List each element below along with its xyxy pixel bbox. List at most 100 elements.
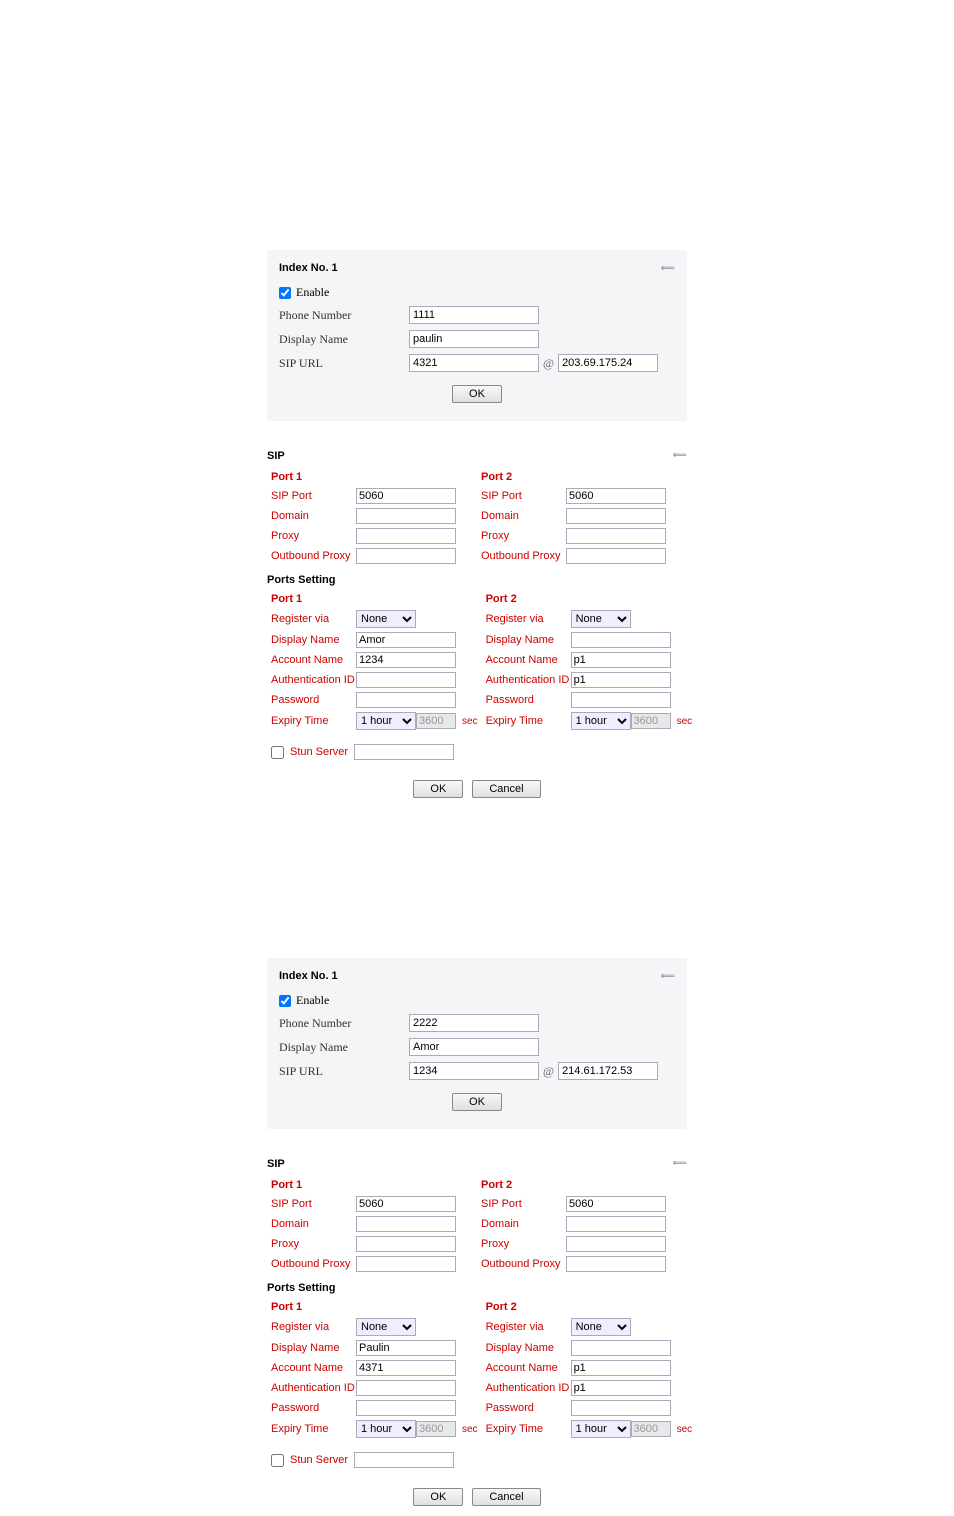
port2-header: Port 2 [481, 1176, 683, 1194]
password-label: Password [271, 694, 356, 706]
port1-header: Port 1 [271, 1298, 478, 1316]
p1-domain-input[interactable] [356, 1216, 456, 1232]
p2-auth-input[interactable] [571, 1380, 671, 1396]
p2-domain-input[interactable] [566, 508, 666, 524]
p2-sip-port-input[interactable] [566, 1196, 666, 1212]
p2-expiry-val [631, 713, 671, 729]
enable-checkbox[interactable] [279, 287, 291, 299]
p1-expiry-val [416, 1421, 456, 1437]
enable-checkbox[interactable] [279, 995, 291, 1007]
register-label: Register via [271, 1321, 356, 1333]
back-icon[interactable]: ⟸ [661, 263, 675, 274]
sip-url-input[interactable] [409, 354, 539, 372]
p1-display-input[interactable] [356, 1340, 456, 1356]
p2-outbound-input[interactable] [566, 548, 666, 564]
domain-label: Domain [481, 1218, 566, 1230]
outbound-label: Outbound Proxy [481, 550, 566, 562]
p1-password-input[interactable] [356, 1400, 456, 1416]
domain-label: Domain [481, 510, 566, 522]
p1-auth-input[interactable] [356, 672, 456, 688]
sip-url-label: SIP URL [279, 356, 409, 371]
p1-outbound-input[interactable] [356, 548, 456, 564]
display-label: Display Name [271, 1342, 356, 1354]
sec-label: sec [677, 1424, 693, 1435]
sec-label: sec [677, 716, 693, 727]
display-name-input[interactable] [409, 1038, 539, 1056]
account-label: Account Name [486, 654, 571, 666]
p1-account-input[interactable] [356, 652, 456, 668]
ok-button[interactable]: OK [452, 1093, 502, 1111]
sip-url-label: SIP URL [279, 1064, 409, 1079]
expiry-label: Expiry Time [486, 1423, 571, 1435]
p1-auth-input[interactable] [356, 1380, 456, 1396]
p1-password-input[interactable] [356, 692, 456, 708]
p2-display-input[interactable] [571, 1340, 671, 1356]
sec-label: sec [462, 1424, 478, 1435]
p1-display-input[interactable] [356, 632, 456, 648]
sip-url-input[interactable] [409, 1062, 539, 1080]
stun-input[interactable] [354, 1452, 454, 1468]
back-icon[interactable]: ⟸ [673, 450, 687, 462]
p1-register-select[interactable]: None [356, 1318, 416, 1336]
p2-sip-port-input[interactable] [566, 488, 666, 504]
ok-button[interactable]: OK [413, 1488, 463, 1506]
back-icon[interactable]: ⟸ [661, 971, 675, 982]
port1-header: Port 1 [271, 590, 478, 608]
p2-proxy-input[interactable] [566, 1236, 666, 1252]
p2-password-input[interactable] [571, 1400, 671, 1416]
p2-password-input[interactable] [571, 692, 671, 708]
p1-proxy-input[interactable] [356, 528, 456, 544]
password-label: Password [486, 1402, 571, 1414]
back-icon[interactable]: ⟸ [673, 1158, 687, 1170]
cancel-button[interactable]: Cancel [472, 780, 540, 798]
p1-expiry-select[interactable]: 1 hour [356, 712, 416, 730]
p2-account-input[interactable] [571, 652, 671, 668]
display-name-input[interactable] [409, 330, 539, 348]
p1-register-select[interactable]: None [356, 610, 416, 628]
p2-domain-input[interactable] [566, 1216, 666, 1232]
expiry-label: Expiry Time [271, 1423, 356, 1435]
port1-header: Port 1 [271, 1176, 473, 1194]
p2-expiry-select[interactable]: 1 hour [571, 712, 631, 730]
stun-label: Stun Server [290, 746, 348, 758]
p1-account-input[interactable] [356, 1360, 456, 1376]
stun-checkbox[interactable] [271, 1454, 284, 1467]
p1-proxy-input[interactable] [356, 1236, 456, 1252]
account-label: Account Name [486, 1362, 571, 1374]
register-label: Register via [486, 613, 571, 625]
p2-proxy-input[interactable] [566, 528, 666, 544]
sec-label: sec [462, 716, 478, 727]
auth-label: Authentication ID [486, 1382, 571, 1394]
enable-label: Enable [296, 285, 329, 300]
at-symbol: @ [543, 356, 554, 371]
cancel-button[interactable]: Cancel [472, 1488, 540, 1506]
p2-display-input[interactable] [571, 632, 671, 648]
p1-sip-port-input[interactable] [356, 1196, 456, 1212]
ok-button[interactable]: OK [413, 780, 463, 798]
p1-domain-input[interactable] [356, 508, 456, 524]
p2-account-input[interactable] [571, 1360, 671, 1376]
p2-register-select[interactable]: None [571, 1318, 631, 1336]
phone-input[interactable] [409, 306, 539, 324]
p1-expiry-select[interactable]: 1 hour [356, 1420, 416, 1438]
sip-ip-input[interactable] [558, 1062, 658, 1080]
sip-ip-input[interactable] [558, 354, 658, 372]
register-label: Register via [486, 1321, 571, 1333]
index-title: Index No. 1 [279, 262, 338, 274]
stun-input[interactable] [354, 744, 454, 760]
display-label: Display Name [486, 1342, 571, 1354]
p1-expiry-val [416, 713, 456, 729]
phone-input[interactable] [409, 1014, 539, 1032]
ok-button[interactable]: OK [452, 385, 502, 403]
p2-outbound-input[interactable] [566, 1256, 666, 1272]
auth-label: Authentication ID [271, 674, 356, 686]
stun-label: Stun Server [290, 1454, 348, 1466]
p1-outbound-input[interactable] [356, 1256, 456, 1272]
outbound-label: Outbound Proxy [271, 550, 356, 562]
ports-setting-title: Ports Setting [267, 1276, 687, 1296]
p2-auth-input[interactable] [571, 672, 671, 688]
p1-sip-port-input[interactable] [356, 488, 456, 504]
p2-expiry-select[interactable]: 1 hour [571, 1420, 631, 1438]
stun-checkbox[interactable] [271, 746, 284, 759]
p2-register-select[interactable]: None [571, 610, 631, 628]
